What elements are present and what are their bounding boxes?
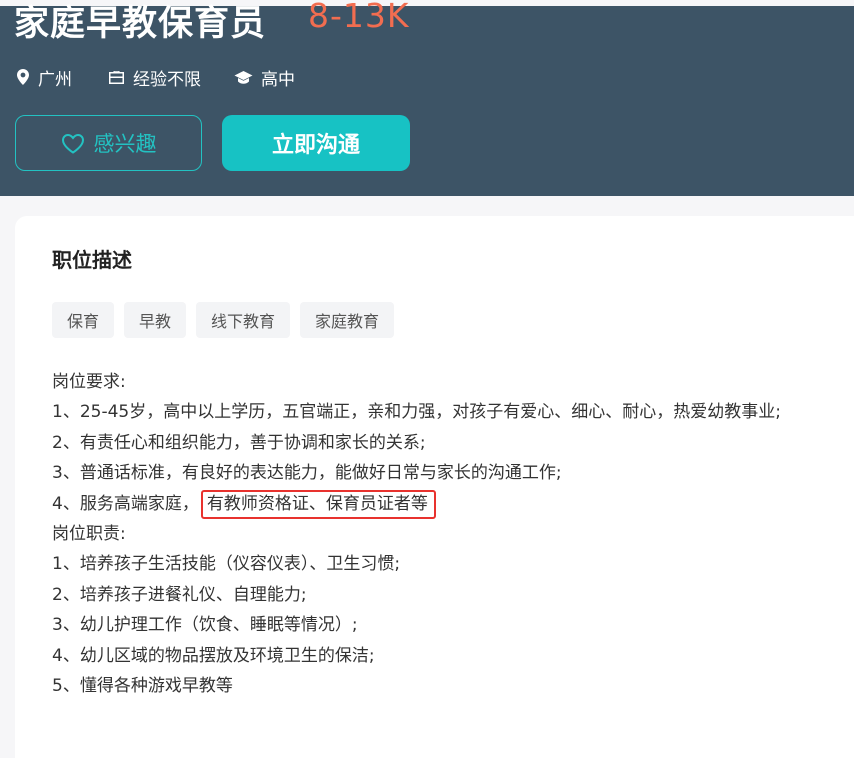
education-text: 高中: [261, 69, 295, 90]
location-text: 广州: [38, 69, 72, 90]
job-title: 家庭早教保育员: [14, 4, 267, 44]
experience-info: 经验不限: [108, 64, 201, 90]
chat-now-button[interactable]: 立即沟通: [222, 115, 410, 171]
highlighted-requirement: 有教师资格证、保育员证者等: [200, 489, 436, 519]
desc-line-text: 4、服务高端家庭，: [52, 493, 199, 514]
tag: 保育: [52, 302, 115, 338]
desc-line: 岗位要求:: [52, 372, 126, 392]
desc-line: 岗位职责:: [52, 523, 126, 544]
desc-line: 5、懂得各种游戏早教等: [52, 675, 233, 696]
briefcase-icon: [108, 70, 125, 85]
interest-label: 感兴趣: [93, 132, 157, 156]
desc-line-with-highlight: 4、服务高端家庭， 有教师资格证、保育员证者等: [52, 489, 781, 519]
desc-line: 4、幼儿区域的物品摆放及环境卫生的保洁;: [52, 645, 375, 666]
interest-button[interactable]: 感兴趣: [15, 115, 202, 171]
location-pin-icon: [16, 69, 30, 85]
tag: 家庭教育: [300, 302, 395, 338]
section-title: 职位描述: [52, 248, 132, 272]
desc-line: 2、培养孩子进餐礼仪、自理能力;: [52, 584, 307, 605]
education-info: 高中: [234, 64, 295, 90]
desc-line: 3、幼儿护理工作（饮食、睡眠等情况）;: [52, 615, 358, 636]
desc-line: 3、普通话标准，有良好的表达能力，能做好日常与家长的沟通工作;: [52, 463, 562, 484]
desc-line: 1、培养孩子生活技能（仪容仪表）、卫生习惯;: [52, 554, 401, 575]
job-description: 岗位要求: 1、25-45岁，高中以上学历，五官端正，亲和力强，对孩子有爱心、细…: [52, 367, 781, 701]
tag: 早教: [124, 302, 187, 338]
experience-text: 经验不限: [133, 69, 201, 90]
job-header: 家庭早教保育员 8-13K 广州 经验不限 高中 感兴趣 立即沟通: [0, 0, 854, 196]
salary-range: 8-13K: [308, 0, 410, 35]
desc-line: 2、有责任心和组织能力，善于协调和家长的关系;: [52, 432, 426, 453]
graduation-cap-icon: [234, 70, 253, 85]
heart-icon: [61, 133, 85, 154]
tag-list: 保育 早教 线下教育 家庭教育: [52, 302, 395, 338]
tag: 线下教育: [196, 302, 291, 338]
desc-line: 1、25-45岁，高中以上学历，五官端正，亲和力强，对孩子有爱心、细心、耐心，热…: [52, 402, 781, 423]
chat-label: 立即沟通: [271, 133, 360, 158]
location-info: 广州: [16, 64, 72, 90]
